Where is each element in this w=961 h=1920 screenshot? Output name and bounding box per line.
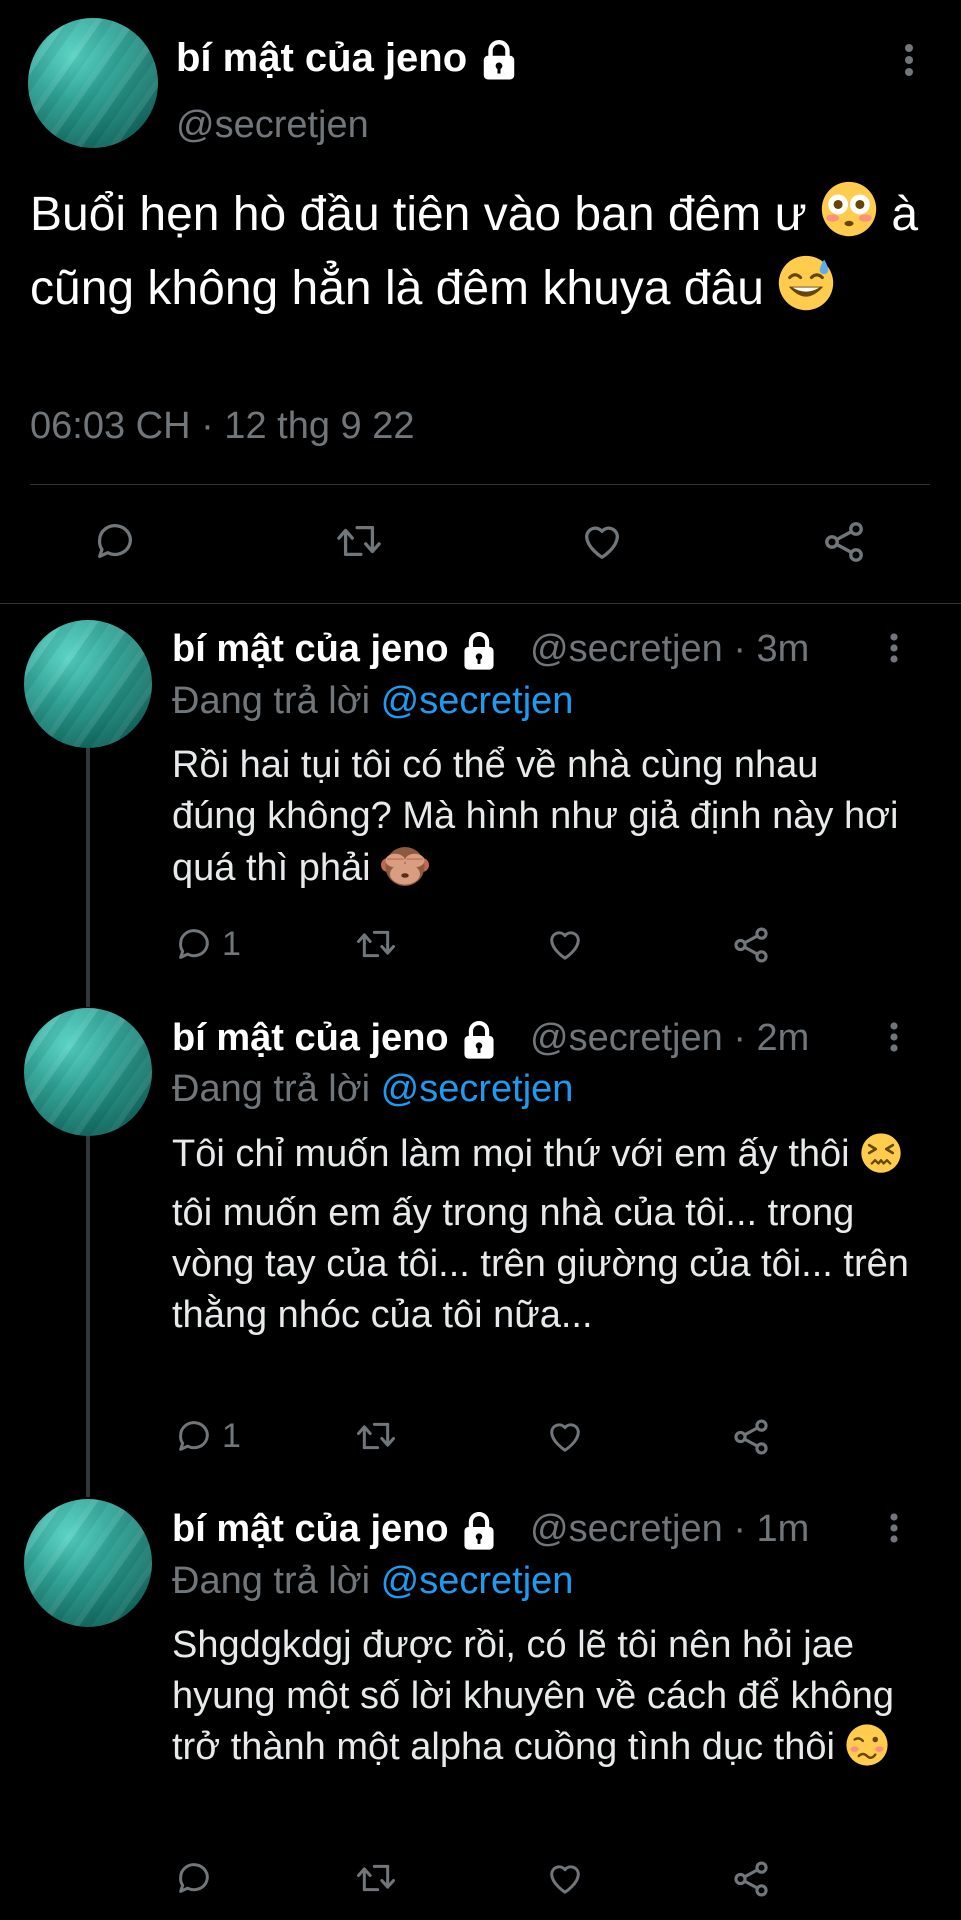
mention-link[interactable]: @secretjen <box>381 680 574 722</box>
mention-link[interactable]: @secretjen <box>381 1560 574 1602</box>
share-button[interactable] <box>730 1416 772 1458</box>
replying-to-label: Đang trả lời <box>172 1560 371 1602</box>
tweet-text-part1: Buổi hẹn hò đầu tiên vào ban đêm ư <box>30 188 807 241</box>
lock-icon <box>464 631 494 670</box>
display-name[interactable]: bí mật của jeno <box>176 36 520 82</box>
share-icon <box>734 927 768 963</box>
lock-icon <box>464 1020 494 1059</box>
retweet-button[interactable] <box>354 1858 398 1898</box>
reply-icon <box>179 1421 209 1451</box>
replying-to: Đang trả lời @secretjen <box>172 680 573 723</box>
grinning-face-with-sweat-icon <box>777 254 835 328</box>
thread-line <box>86 1135 90 1497</box>
share-button[interactable] <box>730 1858 772 1900</box>
reply-icon <box>179 1863 209 1893</box>
reply-text-body: Rồi hai tụi tôi có thể về nhà cùng nhau … <box>172 744 899 889</box>
retweet-icon <box>357 1422 395 1450</box>
handle[interactable]: @secretjen <box>176 104 369 147</box>
replying-to-label: Đang trả lời <box>172 1068 371 1110</box>
tweet-timestamp[interactable]: 06:03 CH · 12 thg 9 22 <box>30 405 414 448</box>
avatar[interactable] <box>24 1008 152 1136</box>
reply-text-body: Shgdgkdgj được rồi, có lẽ tôi nên hỏi ja… <box>172 1624 895 1768</box>
tweet-text: Buổi hẹn hò đầu tiên vào ban đêm ư à cũn… <box>30 180 930 328</box>
like-button[interactable] <box>578 518 626 564</box>
like-icon <box>550 1423 580 1452</box>
reply-count: 1 <box>222 924 241 963</box>
reply-button[interactable]: 1 <box>174 924 241 964</box>
reply-text-part2: tôi muốn em ấy trong nhà của tôi... tron… <box>172 1192 909 1336</box>
retweet-icon <box>357 1864 395 1892</box>
reply-button[interactable] <box>92 518 138 564</box>
mention-link[interactable]: @secretjen <box>381 1068 574 1110</box>
share-button[interactable] <box>730 924 772 966</box>
like-button[interactable] <box>544 1858 586 1898</box>
reply-count: 1 <box>222 1416 241 1455</box>
handle[interactable]: @secretjen · 1m <box>530 1508 809 1551</box>
avatar[interactable] <box>24 1499 152 1627</box>
reply-button[interactable] <box>174 1858 222 1898</box>
tweet-text-part3: đâu <box>683 262 764 315</box>
tweet-thread-screen: bí mật của jeno @secretjen Buổi hẹn hò đ… <box>0 0 961 1920</box>
reply-button[interactable]: 1 <box>174 1416 241 1456</box>
retweet-button[interactable] <box>354 924 398 964</box>
reply-text: Tôi chỉ muốn làm mọi thứ với em ấy thôi … <box>172 1129 912 1341</box>
display-name[interactable]: bí mật của jeno <box>172 1508 499 1552</box>
thread-line <box>86 745 90 1007</box>
handle[interactable]: @secretjen · 3m <box>530 628 809 671</box>
replying-to-label: Đang trả lời <box>172 680 371 722</box>
like-button[interactable] <box>544 924 586 964</box>
display-name[interactable]: bí mật của jeno <box>172 1017 499 1061</box>
more-options-icon[interactable] <box>896 40 922 80</box>
reply-icon <box>97 524 132 558</box>
more-options-icon[interactable] <box>882 1019 906 1055</box>
replying-to: Đang trả lời @secretjen <box>172 1560 573 1603</box>
confounded-face-icon <box>860 1132 902 1188</box>
avatar[interactable] <box>24 620 152 748</box>
replying-to: Đang trả lời @secretjen <box>172 1068 573 1111</box>
display-name-text: bí mật của jeno <box>176 36 468 80</box>
more-options-icon[interactable] <box>882 1510 906 1546</box>
share-icon <box>825 522 863 562</box>
retweet-button[interactable] <box>334 518 384 564</box>
like-icon <box>550 931 580 960</box>
reply-icon <box>179 929 209 959</box>
reply-text-part1: Tôi chỉ muốn làm mọi thứ với em ấy thôi <box>172 1133 850 1175</box>
share-button[interactable] <box>820 518 868 566</box>
woozy-face-icon <box>845 1723 889 1781</box>
see-no-evil-monkey-icon <box>381 842 430 902</box>
display-name-text: bí mật của jeno <box>172 628 449 670</box>
retweet-button[interactable] <box>354 1416 398 1456</box>
lock-icon <box>484 40 515 80</box>
retweet-icon <box>357 930 395 958</box>
more-options-icon[interactable] <box>882 630 906 666</box>
share-icon <box>734 1419 768 1455</box>
flushed-face-icon <box>820 180 878 254</box>
display-name-text: bí mật của jeno <box>172 1508 449 1550</box>
display-name-text: bí mật của jeno <box>172 1017 449 1059</box>
like-button[interactable] <box>544 1416 586 1456</box>
reply-text: Shgdgkdgj được rồi, có lẽ tôi nên hỏi ja… <box>172 1620 912 1781</box>
handle[interactable]: @secretjen · 2m <box>530 1017 809 1060</box>
retweet-icon <box>337 525 381 557</box>
divider <box>0 603 961 604</box>
display-name[interactable]: bí mật của jeno <box>172 628 499 672</box>
divider <box>30 484 930 485</box>
like-icon <box>585 526 619 559</box>
lock-icon <box>464 1511 494 1550</box>
like-icon <box>550 1865 580 1894</box>
avatar[interactable] <box>28 18 158 148</box>
share-icon <box>734 1861 768 1897</box>
reply-text: Rồi hai tụi tôi có thể về nhà cùng nhau … <box>172 740 912 902</box>
